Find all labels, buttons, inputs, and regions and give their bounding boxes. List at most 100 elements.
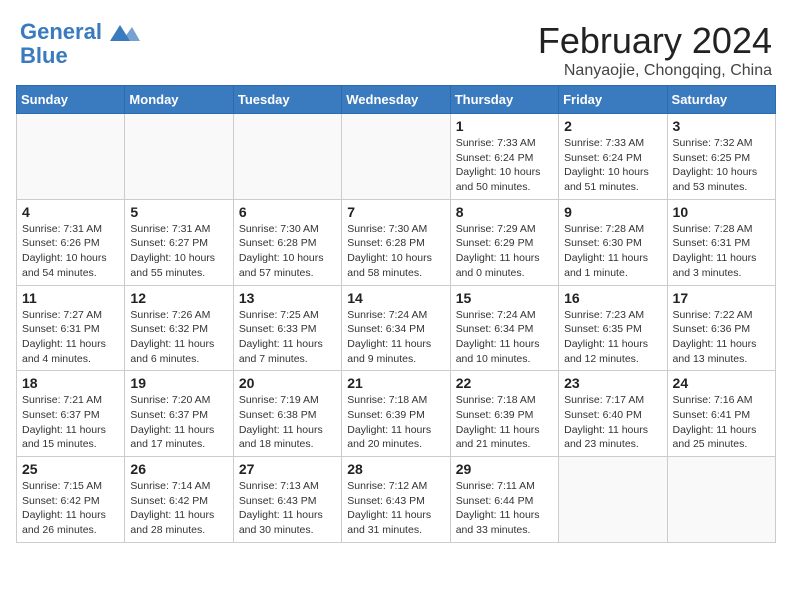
calendar-cell (667, 457, 775, 543)
day-number: 6 (239, 204, 336, 220)
day-header-saturday: Saturday (667, 86, 775, 114)
calendar-cell: 16 Sunrise: 7:23 AM Sunset: 6:35 PM Dayli… (559, 285, 667, 371)
day-info: Sunrise: 7:24 AM Sunset: 6:34 PM Dayligh… (456, 308, 553, 367)
calendar-cell: 13 Sunrise: 7:25 AM Sunset: 6:33 PM Dayli… (233, 285, 341, 371)
calendar-cell: 25 Sunrise: 7:15 AM Sunset: 6:42 PM Dayli… (17, 457, 125, 543)
day-info: Sunrise: 7:12 AM Sunset: 6:43 PM Dayligh… (347, 479, 444, 538)
location: Nanyaojie, Chongqing, China (538, 62, 772, 80)
day-number: 2 (564, 118, 661, 134)
day-number: 12 (130, 290, 227, 306)
calendar-cell (125, 114, 233, 200)
calendar-cell: 5Sunrise: 7:31 AM Sunset: 6:27 PM Daylig… (125, 199, 233, 285)
week-row-4: 18 Sunrise: 7:21 AM Sunset: 6:37 PM Dayli… (17, 371, 776, 457)
day-info: Sunrise: 7:16 AM Sunset: 6:41 PM Dayligh… (673, 393, 770, 452)
calendar-cell (342, 114, 450, 200)
day-info: Sunrise: 7:19 AM Sunset: 6:38 PM Dayligh… (239, 393, 336, 452)
calendar-cell: 23 Sunrise: 7:17 AM Sunset: 6:40 PM Dayli… (559, 371, 667, 457)
day-info: Sunrise: 7:18 AM Sunset: 6:39 PM Dayligh… (456, 393, 553, 452)
logo-icon (110, 23, 140, 43)
day-info: Sunrise: 7:26 AM Sunset: 6:32 PM Dayligh… (130, 308, 227, 367)
day-number: 20 (239, 375, 336, 391)
calendar-cell (559, 457, 667, 543)
title-area: February 2024 Nanyaojie, Chongqing, Chin… (538, 20, 772, 80)
calendar-cell (17, 114, 125, 200)
day-header-monday: Monday (125, 86, 233, 114)
calendar-table: SundayMondayTuesdayWednesdayThursdayFrid… (16, 85, 776, 543)
calendar-cell: 14 Sunrise: 7:24 AM Sunset: 6:34 PM Dayli… (342, 285, 450, 371)
calendar-cell: 2Sunrise: 7:33 AM Sunset: 6:24 PM Daylig… (559, 114, 667, 200)
day-info: Sunrise: 7:22 AM Sunset: 6:36 PM Dayligh… (673, 308, 770, 367)
day-number: 13 (239, 290, 336, 306)
day-info: Sunrise: 7:14 AM Sunset: 6:42 PM Dayligh… (130, 479, 227, 538)
logo-blue: Blue (20, 44, 140, 68)
day-info: Sunrise: 7:21 AM Sunset: 6:37 PM Dayligh… (22, 393, 119, 452)
logo: General Blue (20, 20, 140, 68)
calendar-cell: 18 Sunrise: 7:21 AM Sunset: 6:37 PM Dayli… (17, 371, 125, 457)
day-number: 3 (673, 118, 770, 134)
week-row-2: 4 Sunrise: 7:31 AM Sunset: 6:26 PM Daylig… (17, 199, 776, 285)
day-number: 7 (347, 204, 444, 220)
calendar-cell: 24 Sunrise: 7:16 AM Sunset: 6:41 PM Dayli… (667, 371, 775, 457)
day-info: Sunrise: 7:30 AM Sunset: 6:28 PM Dayligh… (347, 222, 444, 281)
day-info: Sunrise: 7:20 AM Sunset: 6:37 PM Dayligh… (130, 393, 227, 452)
header: General Blue February 2024 Nanyaojie, Ch… (10, 10, 782, 85)
day-info: Sunrise: 7:25 AM Sunset: 6:33 PM Dayligh… (239, 308, 336, 367)
day-number: 5 (130, 204, 227, 220)
calendar-cell: 29 Sunrise: 7:11 AM Sunset: 6:44 PM Dayli… (450, 457, 558, 543)
day-number: 16 (564, 290, 661, 306)
day-info: Sunrise: 7:24 AM Sunset: 6:34 PM Dayligh… (347, 308, 444, 367)
day-info: Sunrise: 7:17 AM Sunset: 6:40 PM Dayligh… (564, 393, 661, 452)
day-number: 26 (130, 461, 227, 477)
day-number: 8 (456, 204, 553, 220)
week-row-1: 1Sunrise: 7:33 AM Sunset: 6:24 PM Daylig… (17, 114, 776, 200)
calendar-cell: 6Sunrise: 7:30 AM Sunset: 6:28 PM Daylig… (233, 199, 341, 285)
day-header-tuesday: Tuesday (233, 86, 341, 114)
day-number: 19 (130, 375, 227, 391)
day-info: Sunrise: 7:11 AM Sunset: 6:44 PM Dayligh… (456, 479, 553, 538)
calendar-cell: 17 Sunrise: 7:22 AM Sunset: 6:36 PM Dayli… (667, 285, 775, 371)
day-info: Sunrise: 7:29 AM Sunset: 6:29 PM Dayligh… (456, 222, 553, 281)
calendar-cell: 7 Sunrise: 7:30 AM Sunset: 6:28 PM Daylig… (342, 199, 450, 285)
month-year: February 2024 (538, 20, 772, 62)
day-number: 11 (22, 290, 119, 306)
day-number: 24 (673, 375, 770, 391)
calendar-cell: 1Sunrise: 7:33 AM Sunset: 6:24 PM Daylig… (450, 114, 558, 200)
week-row-5: 25 Sunrise: 7:15 AM Sunset: 6:42 PM Dayli… (17, 457, 776, 543)
logo-text: General (20, 20, 140, 44)
day-number: 10 (673, 204, 770, 220)
day-header-sunday: Sunday (17, 86, 125, 114)
day-info: Sunrise: 7:13 AM Sunset: 6:43 PM Dayligh… (239, 479, 336, 538)
day-number: 23 (564, 375, 661, 391)
day-number: 27 (239, 461, 336, 477)
day-number: 17 (673, 290, 770, 306)
day-number: 21 (347, 375, 444, 391)
day-info: Sunrise: 7:31 AM Sunset: 6:26 PM Dayligh… (22, 222, 119, 281)
day-number: 14 (347, 290, 444, 306)
day-info: Sunrise: 7:32 AM Sunset: 6:25 PM Dayligh… (673, 136, 770, 195)
day-number: 15 (456, 290, 553, 306)
calendar-cell (233, 114, 341, 200)
calendar-cell: 21 Sunrise: 7:18 AM Sunset: 6:39 PM Dayli… (342, 371, 450, 457)
day-info: Sunrise: 7:23 AM Sunset: 6:35 PM Dayligh… (564, 308, 661, 367)
calendar-cell: 4 Sunrise: 7:31 AM Sunset: 6:26 PM Daylig… (17, 199, 125, 285)
day-number: 29 (456, 461, 553, 477)
day-number: 18 (22, 375, 119, 391)
calendar-cell: 8 Sunrise: 7:29 AM Sunset: 6:29 PM Daylig… (450, 199, 558, 285)
calendar-cell: 15 Sunrise: 7:24 AM Sunset: 6:34 PM Dayli… (450, 285, 558, 371)
day-info: Sunrise: 7:28 AM Sunset: 6:30 PM Dayligh… (564, 222, 661, 281)
day-info: Sunrise: 7:28 AM Sunset: 6:31 PM Dayligh… (673, 222, 770, 281)
calendar-cell: 19 Sunrise: 7:20 AM Sunset: 6:37 PM Dayli… (125, 371, 233, 457)
week-row-3: 11Sunrise: 7:27 AM Sunset: 6:31 PM Dayli… (17, 285, 776, 371)
day-number: 28 (347, 461, 444, 477)
day-header-friday: Friday (559, 86, 667, 114)
day-number: 9 (564, 204, 661, 220)
day-number: 25 (22, 461, 119, 477)
day-header-thursday: Thursday (450, 86, 558, 114)
day-number: 4 (22, 204, 119, 220)
day-info: Sunrise: 7:15 AM Sunset: 6:42 PM Dayligh… (22, 479, 119, 538)
calendar-cell: 11Sunrise: 7:27 AM Sunset: 6:31 PM Dayli… (17, 285, 125, 371)
day-info: Sunrise: 7:18 AM Sunset: 6:39 PM Dayligh… (347, 393, 444, 452)
calendar-cell: 20 Sunrise: 7:19 AM Sunset: 6:38 PM Dayli… (233, 371, 341, 457)
calendar-cell: 27 Sunrise: 7:13 AM Sunset: 6:43 PM Dayli… (233, 457, 341, 543)
calendar-cell: 26 Sunrise: 7:14 AM Sunset: 6:42 PM Dayli… (125, 457, 233, 543)
